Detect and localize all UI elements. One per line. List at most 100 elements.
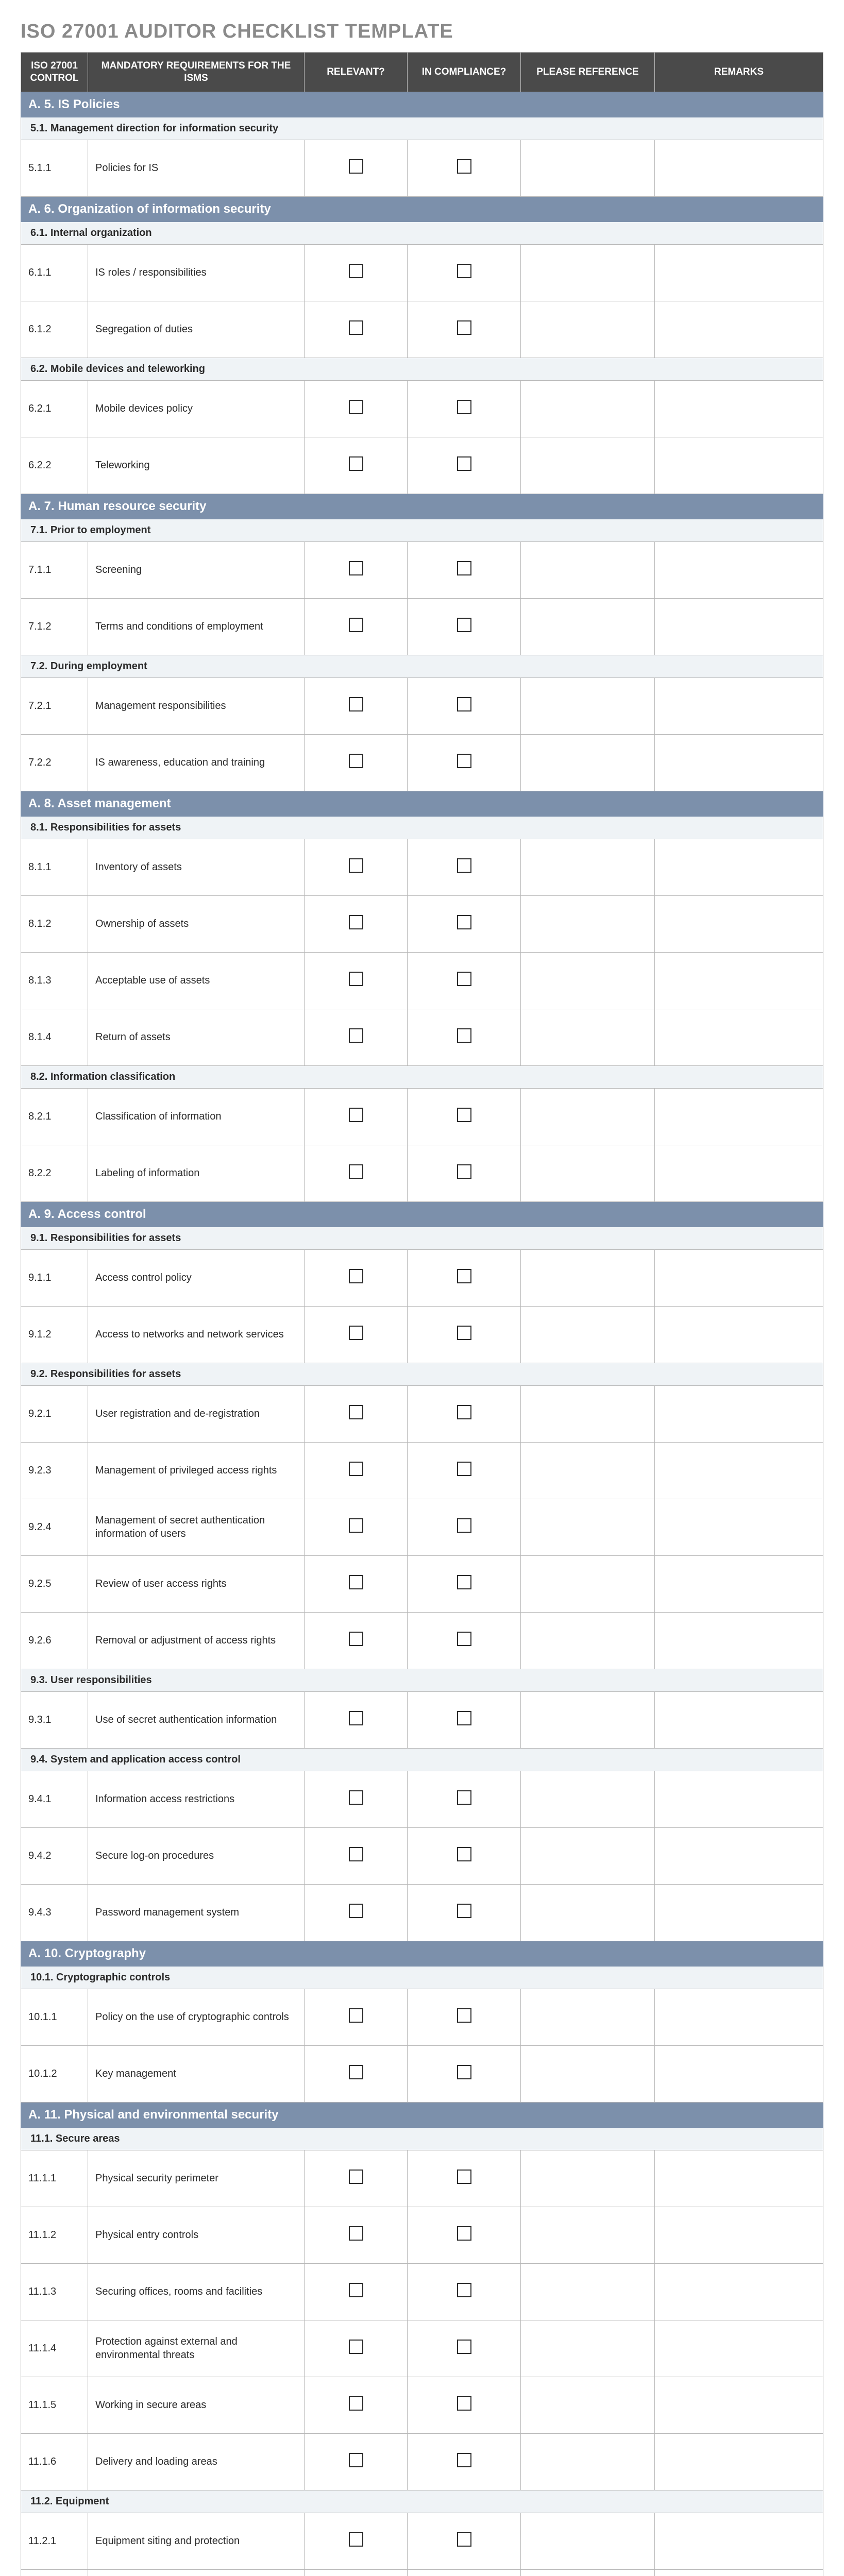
relevant-checkbox[interactable] xyxy=(349,400,363,414)
reference-cell[interactable] xyxy=(521,1009,655,1065)
compliance-checkbox[interactable] xyxy=(457,2532,471,2547)
compliance-checkbox[interactable] xyxy=(457,2396,471,2411)
relevant-checkbox[interactable] xyxy=(349,754,363,768)
reference-cell[interactable] xyxy=(521,1771,655,1827)
remarks-cell[interactable] xyxy=(655,2513,823,2569)
relevant-checkbox[interactable] xyxy=(349,2340,363,2354)
compliance-checkbox[interactable] xyxy=(457,2283,471,2297)
relevant-checkbox[interactable] xyxy=(349,1518,363,1533)
compliance-checkbox[interactable] xyxy=(457,1269,471,1283)
relevant-checkbox[interactable] xyxy=(349,1269,363,1283)
reference-cell[interactable] xyxy=(521,677,655,734)
reference-cell[interactable] xyxy=(521,1249,655,1306)
reference-cell[interactable] xyxy=(521,839,655,895)
relevant-checkbox[interactable] xyxy=(349,2283,363,2297)
remarks-cell[interactable] xyxy=(655,244,823,301)
compliance-checkbox[interactable] xyxy=(457,1711,471,1725)
relevant-checkbox[interactable] xyxy=(349,1108,363,1122)
reference-cell[interactable] xyxy=(521,244,655,301)
remarks-cell[interactable] xyxy=(655,2377,823,2433)
compliance-checkbox[interactable] xyxy=(457,2340,471,2354)
remarks-cell[interactable] xyxy=(655,437,823,494)
compliance-checkbox[interactable] xyxy=(457,2170,471,2184)
compliance-checkbox[interactable] xyxy=(457,1326,471,1340)
reference-cell[interactable] xyxy=(521,952,655,1009)
remarks-cell[interactable] xyxy=(655,1009,823,1065)
compliance-checkbox[interactable] xyxy=(457,1575,471,1589)
remarks-cell[interactable] xyxy=(655,380,823,437)
remarks-cell[interactable] xyxy=(655,1499,823,1555)
remarks-cell[interactable] xyxy=(655,895,823,952)
reference-cell[interactable] xyxy=(521,301,655,358)
compliance-checkbox[interactable] xyxy=(457,456,471,471)
compliance-checkbox[interactable] xyxy=(457,264,471,278)
relevant-checkbox[interactable] xyxy=(349,456,363,471)
remarks-cell[interactable] xyxy=(655,1612,823,1669)
remarks-cell[interactable] xyxy=(655,1306,823,1363)
remarks-cell[interactable] xyxy=(655,1249,823,1306)
remarks-cell[interactable] xyxy=(655,2320,823,2377)
compliance-checkbox[interactable] xyxy=(457,1462,471,1476)
compliance-checkbox[interactable] xyxy=(457,1028,471,1043)
remarks-cell[interactable] xyxy=(655,1145,823,1201)
compliance-checkbox[interactable] xyxy=(457,320,471,335)
compliance-checkbox[interactable] xyxy=(457,1405,471,1419)
relevant-checkbox[interactable] xyxy=(349,1028,363,1043)
compliance-checkbox[interactable] xyxy=(457,2008,471,2023)
remarks-cell[interactable] xyxy=(655,1555,823,1612)
relevant-checkbox[interactable] xyxy=(349,561,363,575)
reference-cell[interactable] xyxy=(521,598,655,655)
relevant-checkbox[interactable] xyxy=(349,1462,363,1476)
relevant-checkbox[interactable] xyxy=(349,2226,363,2241)
reference-cell[interactable] xyxy=(521,1612,655,1669)
relevant-checkbox[interactable] xyxy=(349,858,363,873)
relevant-checkbox[interactable] xyxy=(349,2170,363,2184)
compliance-checkbox[interactable] xyxy=(457,915,471,929)
compliance-checkbox[interactable] xyxy=(457,972,471,986)
reference-cell[interactable] xyxy=(521,2433,655,2490)
relevant-checkbox[interactable] xyxy=(349,264,363,278)
compliance-checkbox[interactable] xyxy=(457,618,471,632)
reference-cell[interactable] xyxy=(521,2263,655,2320)
remarks-cell[interactable] xyxy=(655,2045,823,2102)
remarks-cell[interactable] xyxy=(655,1385,823,1442)
compliance-checkbox[interactable] xyxy=(457,2453,471,2467)
reference-cell[interactable] xyxy=(521,1827,655,1884)
reference-cell[interactable] xyxy=(521,1442,655,1499)
compliance-checkbox[interactable] xyxy=(457,697,471,711)
compliance-checkbox[interactable] xyxy=(457,1632,471,1646)
relevant-checkbox[interactable] xyxy=(349,1164,363,1179)
reference-cell[interactable] xyxy=(521,734,655,791)
relevant-checkbox[interactable] xyxy=(349,972,363,986)
relevant-checkbox[interactable] xyxy=(349,1575,363,1589)
compliance-checkbox[interactable] xyxy=(457,1904,471,1918)
relevant-checkbox[interactable] xyxy=(349,159,363,174)
compliance-checkbox[interactable] xyxy=(457,400,471,414)
relevant-checkbox[interactable] xyxy=(349,2065,363,2079)
relevant-checkbox[interactable] xyxy=(349,2396,363,2411)
remarks-cell[interactable] xyxy=(655,1827,823,1884)
reference-cell[interactable] xyxy=(521,437,655,494)
relevant-checkbox[interactable] xyxy=(349,618,363,632)
remarks-cell[interactable] xyxy=(655,598,823,655)
remarks-cell[interactable] xyxy=(655,2569,823,2576)
relevant-checkbox[interactable] xyxy=(349,1405,363,1419)
reference-cell[interactable] xyxy=(521,140,655,196)
remarks-cell[interactable] xyxy=(655,1442,823,1499)
remarks-cell[interactable] xyxy=(655,2263,823,2320)
reference-cell[interactable] xyxy=(521,2377,655,2433)
remarks-cell[interactable] xyxy=(655,541,823,598)
compliance-checkbox[interactable] xyxy=(457,754,471,768)
remarks-cell[interactable] xyxy=(655,677,823,734)
reference-cell[interactable] xyxy=(521,2513,655,2569)
relevant-checkbox[interactable] xyxy=(349,1632,363,1646)
relevant-checkbox[interactable] xyxy=(349,1326,363,1340)
reference-cell[interactable] xyxy=(521,1555,655,1612)
compliance-checkbox[interactable] xyxy=(457,1108,471,1122)
remarks-cell[interactable] xyxy=(655,734,823,791)
remarks-cell[interactable] xyxy=(655,1771,823,1827)
compliance-checkbox[interactable] xyxy=(457,1164,471,1179)
remarks-cell[interactable] xyxy=(655,1989,823,2045)
reference-cell[interactable] xyxy=(521,1385,655,1442)
remarks-cell[interactable] xyxy=(655,140,823,196)
